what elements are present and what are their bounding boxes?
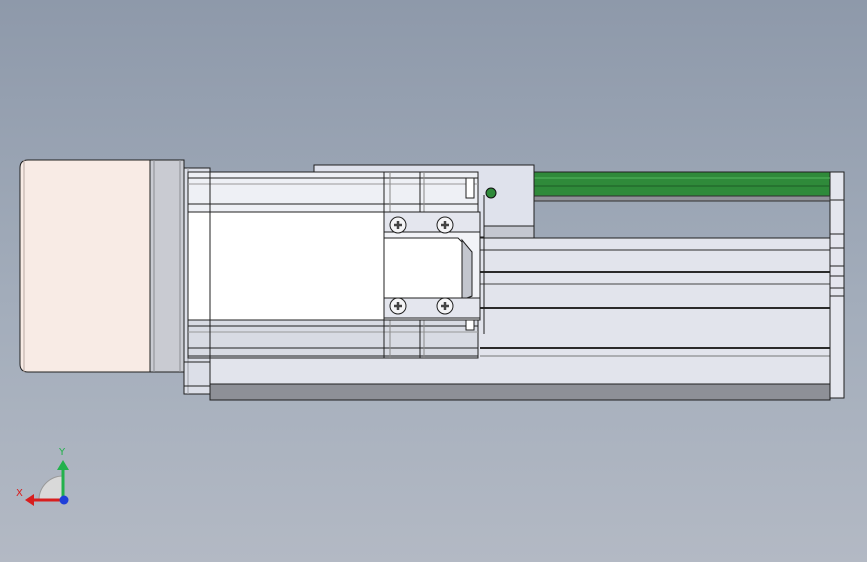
x-axis-label: X: [16, 488, 23, 499]
end-plate: [829, 171, 845, 399]
motor-flange: [149, 159, 185, 373]
triad-plane-quadrant: [38, 475, 64, 501]
screw-top-right: [436, 216, 454, 234]
y-axis-label: Y: [58, 447, 66, 458]
z-axis-dot: [59, 495, 69, 505]
cad-viewport[interactable]: Y X: [0, 0, 867, 562]
linear-actuator-model[interactable]: [19, 159, 845, 401]
orientation-triad[interactable]: Y X: [16, 447, 69, 506]
motor-body[interactable]: [19, 159, 151, 373]
guide-rail: [533, 171, 831, 202]
screw-top-left: [389, 216, 407, 234]
screw-bottom-left: [389, 297, 407, 315]
screw-bottom-right: [436, 297, 454, 315]
